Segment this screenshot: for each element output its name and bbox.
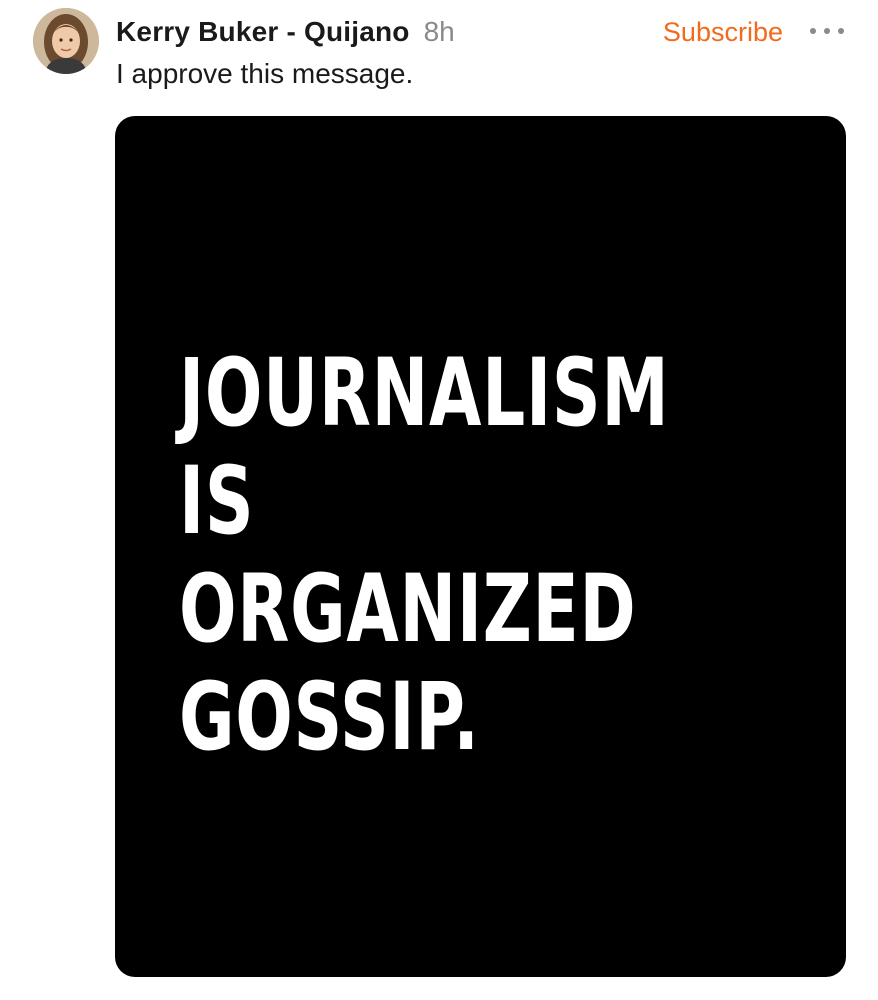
quote-line: GOSSIP. — [179, 663, 480, 772]
more-options-icon[interactable] — [810, 18, 844, 44]
author-avatar[interactable] — [33, 8, 99, 74]
quote-line: JOURNALISM — [179, 339, 670, 448]
more-dot — [824, 28, 830, 34]
post-header: Kerry Buker - Quijano 8h — [116, 12, 455, 52]
post-card: Kerry Buker - Quijano 8h Subscribe I app… — [0, 0, 878, 1000]
post-image[interactable]: JOURNALISM IS ORGANIZED GOSSIP. — [115, 116, 846, 977]
post-text: I approve this message. — [116, 58, 414, 89]
image-quote-text: JOURNALISM IS ORGANIZED GOSSIP. — [179, 340, 669, 772]
quote-line: ORGANIZED — [179, 555, 637, 664]
more-dot — [810, 28, 816, 34]
quote-line: IS — [179, 447, 255, 556]
subscribe-button[interactable]: Subscribe — [663, 12, 783, 52]
author-name[interactable]: Kerry Buker - Quijano — [116, 16, 410, 48]
post-timestamp: 8h — [423, 16, 455, 47]
more-dot — [838, 28, 844, 34]
avatar-image — [33, 8, 99, 74]
